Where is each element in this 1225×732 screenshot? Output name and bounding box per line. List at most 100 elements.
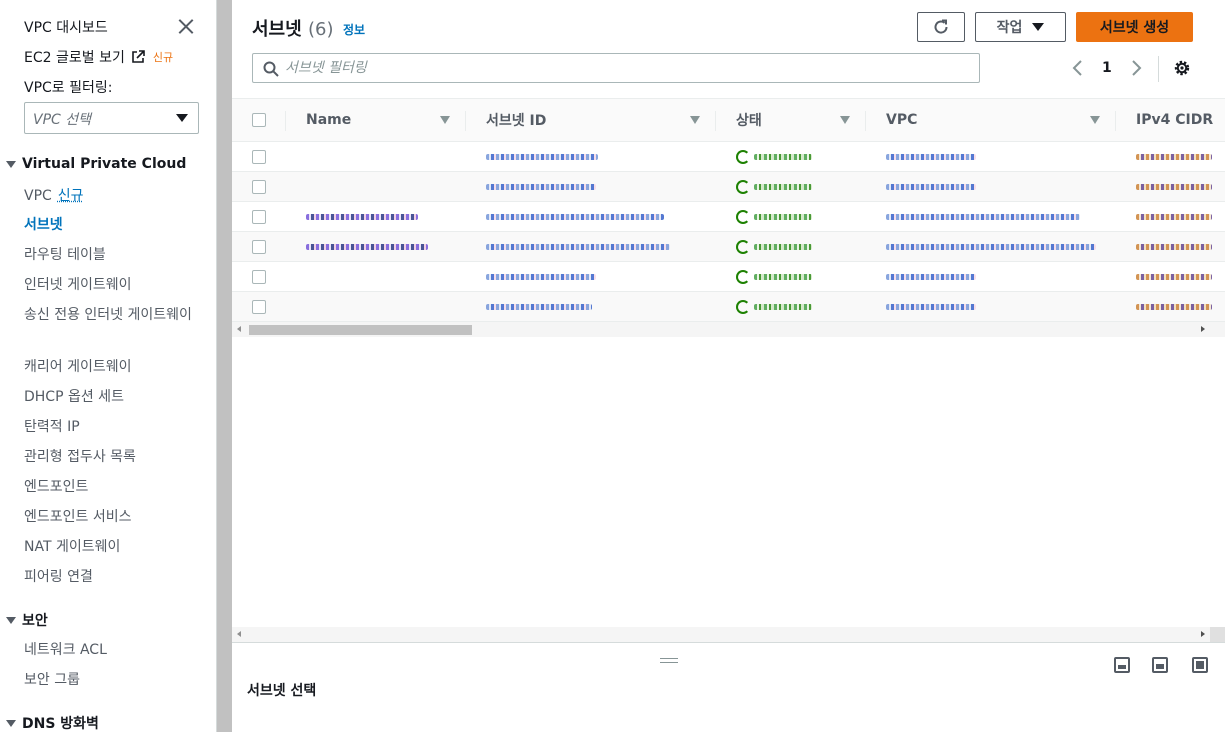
chevron-left-icon[interactable] (1070, 59, 1086, 77)
search-box[interactable] (252, 53, 980, 83)
sidebar-item-route-tables[interactable]: 라우팅 테이블 (24, 244, 194, 266)
table-row[interactable] (232, 261, 1225, 292)
cell-ipv4-cidr (1116, 171, 1225, 202)
split-panel-full-icon[interactable] (1192, 657, 1208, 673)
cell-state (716, 141, 866, 172)
cell-name[interactable] (286, 231, 466, 262)
vpc-select[interactable]: VPC 선택 (24, 102, 199, 134)
chevron-right-icon[interactable] (1128, 59, 1144, 77)
column-name[interactable]: Name (286, 98, 466, 142)
scroll-left-arrow-icon[interactable] (237, 326, 241, 332)
cell-subnet-id[interactable] (466, 231, 716, 262)
search-input[interactable] (285, 58, 965, 78)
table-horizontal-scrollbar[interactable] (232, 322, 1225, 337)
sidebar-item-elastic-ip[interactable]: 탄력적 IP (24, 416, 194, 438)
cell-name[interactable] (286, 201, 466, 232)
cell-vpc[interactable] (866, 141, 1116, 172)
vpc-console: VPC 대시보드 EC2 글로벌 보기 신규 VPC로 필터링: VPC 선택 … (0, 0, 1225, 732)
sidebar-item-vpc[interactable]: VPC 신규 (24, 185, 194, 207)
cell-subnet-id[interactable] (466, 141, 716, 172)
sidebar-item-nat-gateways[interactable]: NAT 게이트웨이 (24, 536, 194, 558)
sidebar-item-carrier-gateways[interactable]: 캐리어 게이트웨이 (24, 356, 194, 378)
row-checkbox[interactable] (252, 269, 266, 284)
status-available-icon (736, 209, 750, 224)
table-row[interactable] (232, 141, 1225, 172)
table-row[interactable] (232, 231, 1225, 262)
cell-vpc[interactable] (866, 261, 1116, 292)
sidebar-header[interactable]: VPC 대시보드 (24, 17, 108, 37)
sidebar-scrollbar[interactable] (217, 0, 232, 732)
sidebar-scroll-thumb[interactable] (217, 0, 232, 732)
row-checkbox[interactable] (252, 149, 266, 164)
row-checkbox[interactable] (252, 209, 266, 224)
table-row[interactable] (232, 201, 1225, 232)
panel-horizontal-scrollbar[interactable] (232, 627, 1225, 642)
scroll-left-arrow-icon[interactable] (237, 631, 241, 637)
external-link-icon (132, 50, 145, 63)
sidebar-item-network-acl[interactable]: 네트워크 ACL (24, 639, 194, 661)
row-checkbox[interactable] (252, 299, 266, 314)
ec2-global-label[interactable]: EC2 글로벌 보기 (24, 47, 125, 67)
section-security[interactable]: 보안 (6, 610, 48, 630)
section-dns-label: DNS 방화벽 (22, 716, 99, 732)
cell-vpc[interactable] (866, 171, 1116, 202)
info-link[interactable]: 정보 (343, 21, 365, 38)
cell-subnet-id[interactable] (466, 171, 716, 202)
split-panel-bottom-icon[interactable] (1114, 657, 1130, 673)
page-title: 서브넷 (6) (252, 15, 333, 41)
sidebar-item-egress-only-igw[interactable]: 송신 전용 인터넷 게이트웨이 (24, 304, 194, 326)
cell-subnet-id[interactable] (466, 291, 716, 322)
section-virtual-private-cloud[interactable]: Virtual Private Cloud (6, 156, 186, 172)
scroll-thumb[interactable] (249, 325, 472, 335)
vpc-new-link[interactable]: 신규 (58, 188, 84, 204)
scroll-right-arrow-icon[interactable] (1201, 631, 1205, 637)
split-panel: 서브넷 선택 (232, 642, 1225, 732)
cell-vpc[interactable] (866, 291, 1116, 322)
redacted-text (1136, 184, 1212, 190)
column-state[interactable]: 상태 (716, 98, 866, 142)
sort-icon[interactable] (440, 116, 450, 124)
column-vpc[interactable]: VPC (866, 98, 1116, 142)
page-number[interactable]: 1 (1102, 60, 1112, 76)
subnet-count: (6) (307, 19, 334, 40)
row-checkbox[interactable] (252, 179, 266, 194)
sidebar-item-internet-gateways[interactable]: 인터넷 게이트웨이 (24, 274, 194, 296)
create-subnet-button[interactable]: 서브넷 생성 (1076, 12, 1193, 42)
refresh-button[interactable] (917, 12, 965, 42)
sidebar-item-prefix-lists[interactable]: 관리형 접두사 목록 (24, 446, 194, 468)
cell-vpc[interactable] (866, 231, 1116, 262)
column-ipv4-cidr[interactable]: IPv4 CIDR (1116, 98, 1225, 142)
sidebar-item-endpoints[interactable]: 엔드포인트 (24, 476, 194, 498)
table-row[interactable] (232, 171, 1225, 202)
sidebar-item-dhcp-options[interactable]: DHCP 옵션 세트 (24, 386, 194, 408)
redacted-text (486, 154, 598, 160)
row-checkbox[interactable] (252, 239, 266, 254)
select-all-checkbox[interactable] (252, 113, 266, 127)
close-icon[interactable] (176, 16, 196, 36)
status-available-icon (736, 299, 750, 314)
section-dns-firewall[interactable]: DNS 방화벽 (6, 713, 99, 732)
sort-icon[interactable] (1090, 116, 1100, 124)
table-header-row: Name 서브넷 ID 상태 VPC IPv4 CIDR (232, 98, 1225, 142)
column-subnet-id[interactable]: 서브넷 ID (466, 98, 716, 142)
scroll-right-arrow-icon[interactable] (1201, 326, 1205, 332)
gear-icon[interactable] (1173, 59, 1191, 77)
pager-divider (1158, 56, 1159, 82)
cell-subnet-id[interactable] (466, 201, 716, 232)
cell-subnet-id[interactable] (466, 261, 716, 292)
sidebar-item-peering[interactable]: 피어링 연결 (24, 566, 194, 588)
sidebar-item-security-groups[interactable]: 보안 그룹 (24, 669, 194, 691)
cell-ipv4-cidr (1116, 201, 1225, 232)
cell-vpc[interactable] (866, 201, 1116, 232)
sort-icon[interactable] (690, 116, 700, 124)
sort-icon[interactable] (840, 116, 850, 124)
cell-ipv4-cidr (1116, 141, 1225, 172)
sidebar-item-endpoint-services[interactable]: 엔드포인트 서비스 (24, 506, 194, 528)
sidebar-ec2-global-view[interactable]: EC2 글로벌 보기 신규 (24, 47, 173, 67)
search-icon (263, 61, 279, 77)
actions-dropdown[interactable]: 작업 (975, 12, 1066, 42)
split-panel-side-icon[interactable] (1152, 657, 1168, 673)
resize-handle[interactable] (660, 658, 678, 663)
sidebar-item-subnets[interactable]: 서브넷 (24, 214, 194, 236)
table-row[interactable] (232, 291, 1225, 322)
